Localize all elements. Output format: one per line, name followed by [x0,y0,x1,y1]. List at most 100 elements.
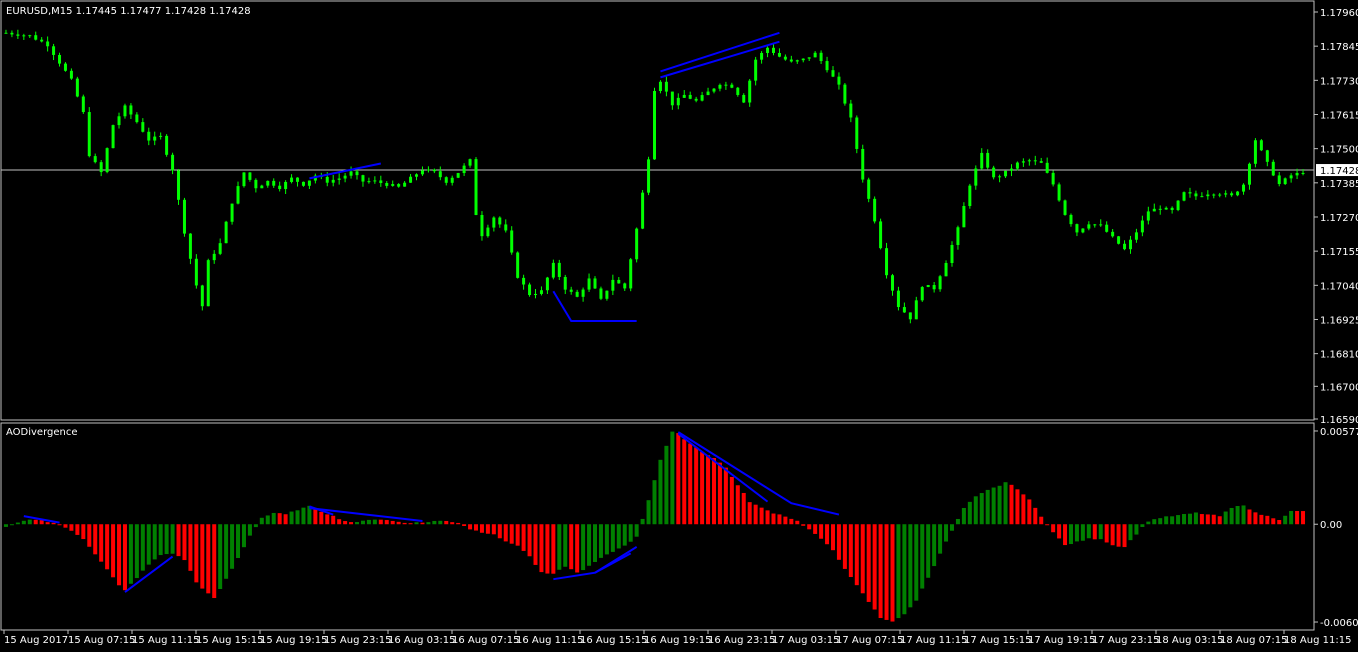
ao-bar [622,524,627,546]
ao-bar [557,524,562,570]
candle-body [153,136,157,141]
candle-body [551,262,555,278]
candle-body [1212,194,1216,196]
ao-bar [1265,515,1270,525]
candle-body [1015,162,1019,169]
candle-body [99,162,103,173]
candle-body [974,168,978,186]
ao-bar [164,524,169,555]
ao-bar [700,451,705,525]
ao-bar [444,520,449,525]
candle-body [415,174,419,177]
candle-body [760,52,764,60]
candle-body [52,46,56,55]
ao-bar [366,519,371,525]
ao-bar [414,522,419,525]
ao-bar [1199,514,1204,525]
candle-body [260,185,264,189]
candle-body [1164,207,1168,210]
ao-bar [420,522,425,525]
ao-bar [277,513,282,525]
candle-body [1105,224,1109,232]
ao-bar [545,524,550,574]
ao-bar [1158,518,1163,525]
time-tick-label: 16 Aug 07:15 [452,635,519,646]
candle-body [1218,194,1222,196]
candle-body [962,205,966,228]
candle-body [599,288,603,299]
ao-bar [378,519,383,525]
ao-bar [973,496,978,525]
candle-body [926,285,930,288]
time-tick-label: 15 Aug 07:15 [68,635,135,646]
candle-body [1170,207,1174,211]
ao-bar [527,524,532,557]
candle-body [188,233,192,259]
ao-bar [372,519,377,525]
time-tick-label: 15 Aug 19:15 [260,635,327,646]
candle-body [123,105,127,117]
ao-bar [1187,513,1192,525]
candle-body [1158,208,1162,210]
candle-body [284,181,288,190]
ao-bar [1045,524,1050,526]
ao-bar [33,519,38,525]
ao-bar [1259,514,1264,525]
candle-body [593,278,597,289]
ao-bar [866,524,871,602]
candle-body [629,259,633,289]
ao-bar [497,524,502,539]
ao-bar [1271,518,1276,525]
candle-body [171,154,175,171]
candle-body [908,312,912,320]
ao-bar [1063,524,1068,546]
ao-bar [241,524,246,548]
ao-bar [587,524,592,566]
ao-bar [670,431,675,525]
ao-bar [1205,514,1210,525]
ao-bar [581,524,586,571]
time-tick-label: 18 Aug 03:15 [1156,635,1223,646]
ao-bar [533,524,538,565]
candle-body [950,244,954,263]
ao-bar [93,524,98,555]
candle-body [896,290,900,308]
ao-bar [1021,494,1026,525]
ao-bar [1217,516,1222,525]
candle-body [177,170,181,200]
candle-body [159,135,163,137]
candle-body [1230,193,1234,196]
candle-body [1075,224,1079,233]
candle-body [4,32,8,34]
time-tick-label: 16 Aug 11:15 [516,635,583,646]
ao-bar [1068,524,1073,545]
candle-body [1188,192,1192,194]
candle-body [266,180,270,186]
ao-bar [75,524,80,535]
candle-body [819,52,823,62]
ao-bar [1098,524,1103,540]
candle-body [1152,208,1156,212]
candle-body [867,179,871,199]
candle-body [754,59,758,81]
ao-bar [1057,524,1062,539]
time-tick-label: 18 Aug 07:15 [1220,635,1287,646]
ao-bar [1229,507,1234,525]
ao-bar [349,522,354,525]
ao-bar [967,501,972,525]
ao-bar [474,524,479,531]
ao-bar [1176,515,1181,525]
candle-body [10,32,14,35]
ao-bar [765,510,770,525]
ao-bar [1193,512,1198,525]
candle-body [409,176,413,183]
candle-body [1247,163,1251,185]
candle-body [771,47,775,53]
price-tick-label: 1.17040 [1320,281,1358,292]
candle-body [81,96,85,113]
ao-bar [616,524,621,549]
candle-body [581,289,585,297]
candle-body [998,176,1002,178]
candle-body [230,203,234,222]
candle-body [403,182,407,187]
